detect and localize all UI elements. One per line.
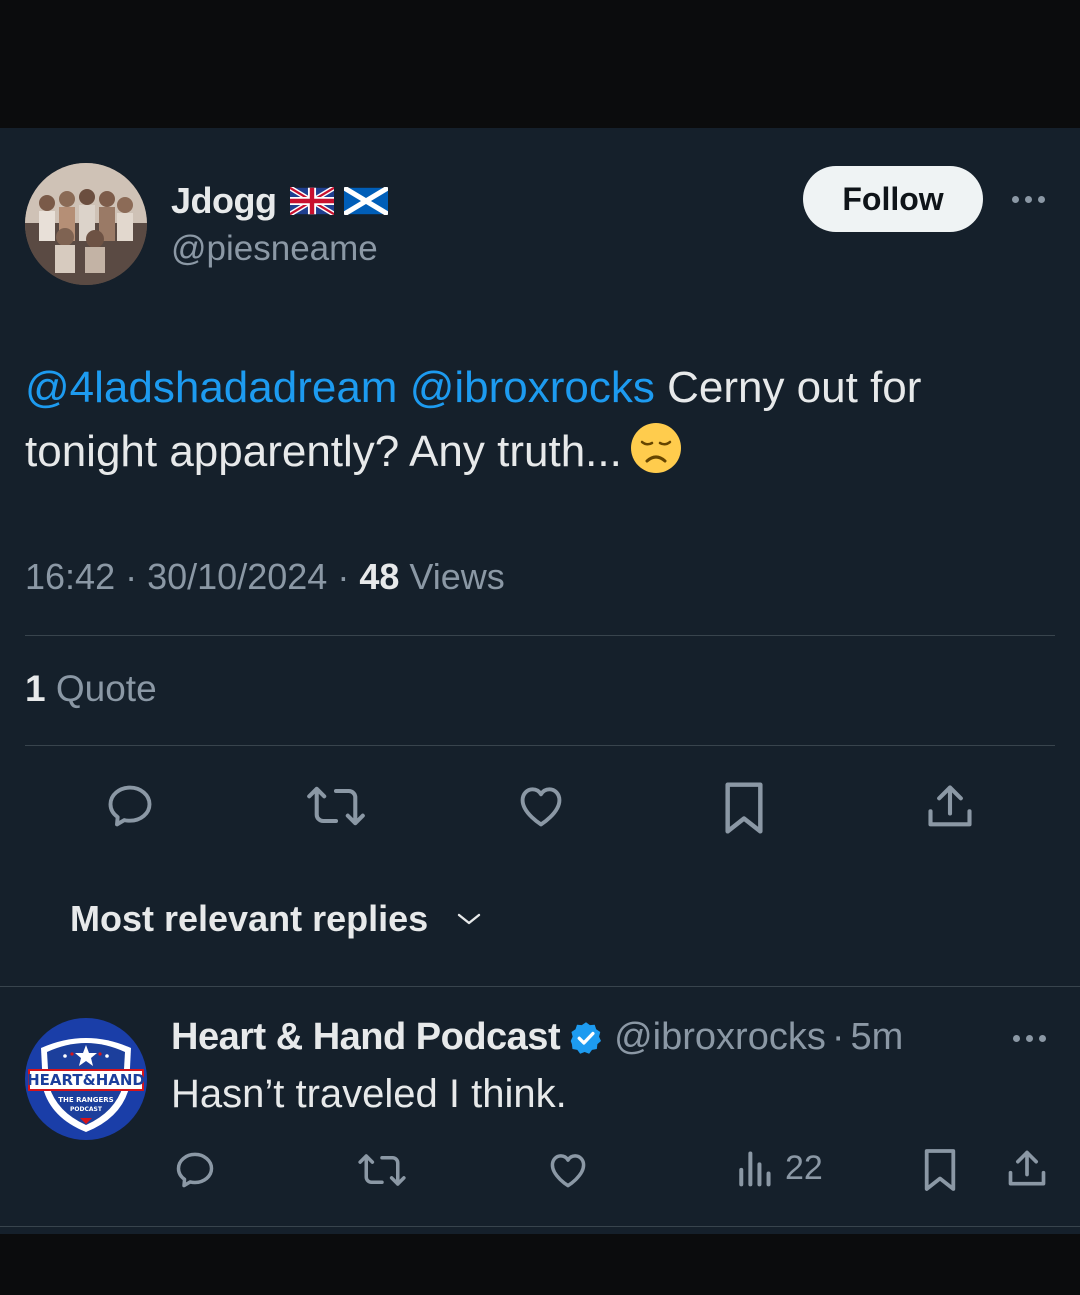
author-avatar[interactable] <box>25 163 147 285</box>
reply-time: 5m <box>850 1016 904 1058</box>
separator: · <box>831 1016 845 1058</box>
analytics-icon <box>739 1151 771 1187</box>
share-button[interactable] <box>924 780 976 834</box>
divider <box>0 1226 1080 1227</box>
reply-icon <box>108 785 152 827</box>
reply-reply-button[interactable] <box>173 1148 217 1192</box>
reply-header: Heart & Hand Podcast @ibroxrocks · 5m <box>171 1016 903 1059</box>
retweet-button[interactable] <box>306 780 366 832</box>
author-name-text: Jdogg <box>171 180 277 221</box>
verified-badge-icon <box>570 1021 602 1054</box>
retweet-icon <box>358 1154 406 1186</box>
quote-count: 1 <box>25 668 46 709</box>
flags <box>290 187 389 215</box>
reply-share-button[interactable] <box>1005 1147 1049 1191</box>
reply-bookmark-button[interactable] <box>921 1147 959 1193</box>
bookmark-button[interactable] <box>720 780 768 836</box>
bottom-bar-area <box>0 1234 1080 1295</box>
uk-flag-icon <box>290 187 335 215</box>
mention-link[interactable]: @ibroxrocks <box>410 363 655 412</box>
replies-sort-dropdown[interactable]: Most relevant replies <box>70 898 482 940</box>
like-icon <box>550 1154 586 1188</box>
reply-like-button[interactable] <box>546 1148 590 1192</box>
avatar-photo <box>25 163 147 285</box>
tweet-meta: 16:42 · 30/10/2024 · 48 Views <box>25 556 505 598</box>
divider <box>0 986 1080 987</box>
divider <box>25 635 1055 636</box>
reply-icon <box>176 1152 214 1188</box>
author-handle[interactable]: @piesneame <box>171 229 378 269</box>
tweet-text: @4ladshadadream @ibroxrocks Cerny out fo… <box>25 356 1055 484</box>
like-button[interactable] <box>514 780 568 832</box>
disappointed-face-emoji <box>630 423 681 473</box>
reply-views-button[interactable]: 22 <box>735 1148 823 1188</box>
separator: · <box>125 556 148 597</box>
scotland-flag-icon <box>344 187 389 215</box>
reply-views-count: 22 <box>785 1148 823 1187</box>
bookmark-icon <box>924 1149 956 1191</box>
reply-retweet-button[interactable] <box>357 1149 407 1191</box>
author-display-name[interactable]: Jdogg <box>171 180 389 222</box>
quote-label: Quote <box>45 668 157 709</box>
status-bar-area <box>0 0 1080 128</box>
tweet-detail-screen: Jdogg @piesneame Follow @4ladshadadream … <box>0 128 1080 1234</box>
views-label: Views <box>399 556 505 597</box>
like-icon <box>520 787 562 827</box>
share-icon <box>1008 1150 1046 1186</box>
sort-label: Most relevant replies <box>70 898 429 939</box>
retweet-icon <box>307 786 365 826</box>
logo-text-main: HEART&HAND <box>27 1071 145 1089</box>
tweet-date: 30/10/2024 <box>147 556 328 597</box>
follow-button[interactable]: Follow <box>803 166 983 232</box>
logo-text-sub1: THE RANGERS <box>58 1096 113 1104</box>
views-count: 48 <box>359 556 400 597</box>
reply-author-handle[interactable]: @ibroxrocks <box>614 1016 826 1059</box>
bookmark-icon <box>725 782 763 834</box>
tweet-time: 16:42 <box>25 556 116 597</box>
mention-link[interactable]: @4ladshadadream <box>25 363 397 412</box>
divider <box>25 745 1055 746</box>
reply-button[interactable] <box>104 780 156 832</box>
reply-author-name[interactable]: Heart & Hand Podcast <box>171 1016 561 1059</box>
chevron-down-icon <box>457 913 481 925</box>
logo-text-sub2: PODCAST <box>70 1106 103 1113</box>
separator: · <box>337 556 360 597</box>
quote-stat[interactable]: 1 Quote <box>25 668 157 710</box>
more-options-icon[interactable] <box>1012 196 1045 203</box>
heart-and-hand-logo: HEART&HAND THE RANGERS PODCAST <box>25 1018 147 1140</box>
share-icon <box>928 785 972 827</box>
reply-author-avatar[interactable]: HEART&HAND THE RANGERS PODCAST <box>25 1018 147 1140</box>
reply-more-options-icon[interactable] <box>1013 1035 1046 1042</box>
reply-text: Hasn’t traveled I think. <box>171 1072 567 1116</box>
